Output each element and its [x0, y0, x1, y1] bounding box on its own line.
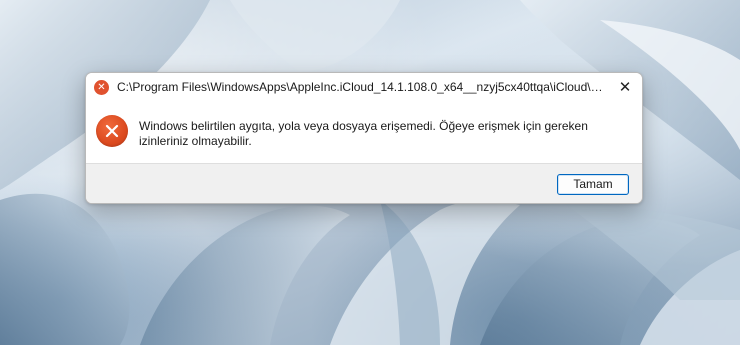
dialog-title: C:\Program Files\WindowsApps\AppleInc.iC… — [117, 80, 607, 94]
ok-button[interactable]: Tamam — [557, 174, 629, 195]
error-title-icon: ✕ — [94, 80, 109, 95]
error-icon — [96, 115, 128, 147]
error-dialog: ✕ C:\Program Files\WindowsApps\AppleInc.… — [85, 72, 643, 204]
close-button[interactable]: ✕ — [608, 73, 642, 101]
dialog-footer: Tamam — [86, 163, 642, 203]
x-mark-icon — [105, 124, 119, 138]
dialog-content: Windows belirtilen aygıta, yola veya dos… — [86, 103, 642, 163]
dialog-titlebar[interactable]: ✕ C:\Program Files\WindowsApps\AppleInc.… — [86, 73, 642, 103]
error-message: Windows belirtilen aygıta, yola veya dos… — [139, 119, 588, 148]
